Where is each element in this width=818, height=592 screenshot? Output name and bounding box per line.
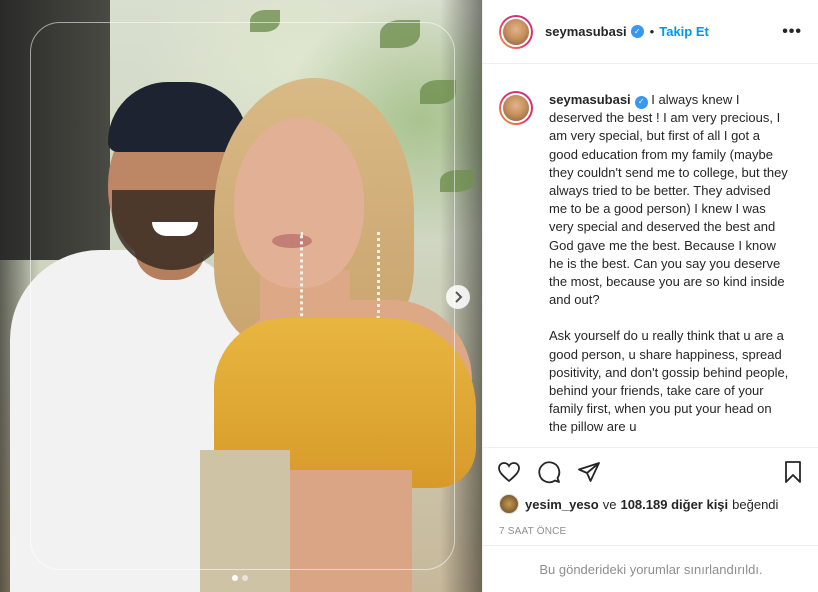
caption-text: seymasubasi ✓ I always knew I deserved th… bbox=[549, 91, 789, 447]
carousel-next-button[interactable] bbox=[446, 285, 470, 309]
post-actions-bar bbox=[483, 447, 818, 495]
likes-connector: ve bbox=[602, 496, 617, 512]
verified-icon: ✓ bbox=[630, 25, 644, 38]
bookmark-icon bbox=[785, 460, 801, 483]
verified-icon: ✓ bbox=[634, 95, 648, 109]
carousel-dot-active bbox=[232, 575, 238, 581]
avatar-image bbox=[501, 93, 531, 123]
likes-count-link[interactable]: 108.189 diğer kişi bbox=[620, 497, 728, 512]
comment-icon bbox=[538, 460, 561, 483]
post-header: seymasubasi ✓ • Takip Et ••• bbox=[483, 0, 818, 64]
comment-button[interactable] bbox=[535, 458, 563, 486]
save-button[interactable] bbox=[779, 458, 807, 486]
follow-button[interactable]: Takip Et bbox=[659, 24, 709, 39]
carousel-dot bbox=[242, 575, 248, 581]
post-side-panel: seymasubasi ✓ • Takip Et ••• seymasubasi… bbox=[482, 0, 818, 592]
avatar-image bbox=[501, 16, 531, 47]
photo-frame-border bbox=[30, 22, 455, 570]
likes-summary: yesim_yeso ve 108.189 diğer kişi beğendi bbox=[499, 494, 782, 514]
post-photo[interactable] bbox=[0, 0, 482, 592]
author-avatar[interactable] bbox=[499, 14, 533, 49]
post-timestamp[interactable]: 7 SAAT ÖNCE bbox=[499, 526, 566, 537]
likes-suffix: beğendi bbox=[732, 496, 779, 512]
share-icon bbox=[578, 461, 600, 482]
author-username[interactable]: seymasubasi bbox=[545, 24, 627, 39]
chevron-right-icon bbox=[455, 291, 463, 303]
caption-username[interactable]: seymasubasi bbox=[549, 92, 631, 107]
share-button[interactable] bbox=[575, 458, 603, 486]
more-options-button[interactable]: ••• bbox=[782, 23, 802, 41]
carousel-indicator bbox=[232, 575, 248, 581]
like-button[interactable] bbox=[495, 458, 523, 486]
first-liker-username[interactable]: yesim_yeso bbox=[525, 497, 599, 512]
liker-avatar[interactable] bbox=[499, 494, 519, 514]
heart-icon bbox=[498, 461, 520, 482]
caption-paragraph-2: Ask yourself do u really think that u ar… bbox=[549, 328, 789, 435]
caption-author-avatar[interactable] bbox=[499, 91, 533, 125]
caption-section[interactable]: seymasubasi ✓ I always knew I deserved th… bbox=[483, 65, 818, 447]
comments-restricted-notice: Bu gönderideki yorumlar sınırlandırıldı. bbox=[483, 545, 818, 592]
caption-paragraph-1: I always knew I deserved the best ! I am… bbox=[549, 92, 788, 308]
separator-bullet: • bbox=[649, 24, 655, 39]
